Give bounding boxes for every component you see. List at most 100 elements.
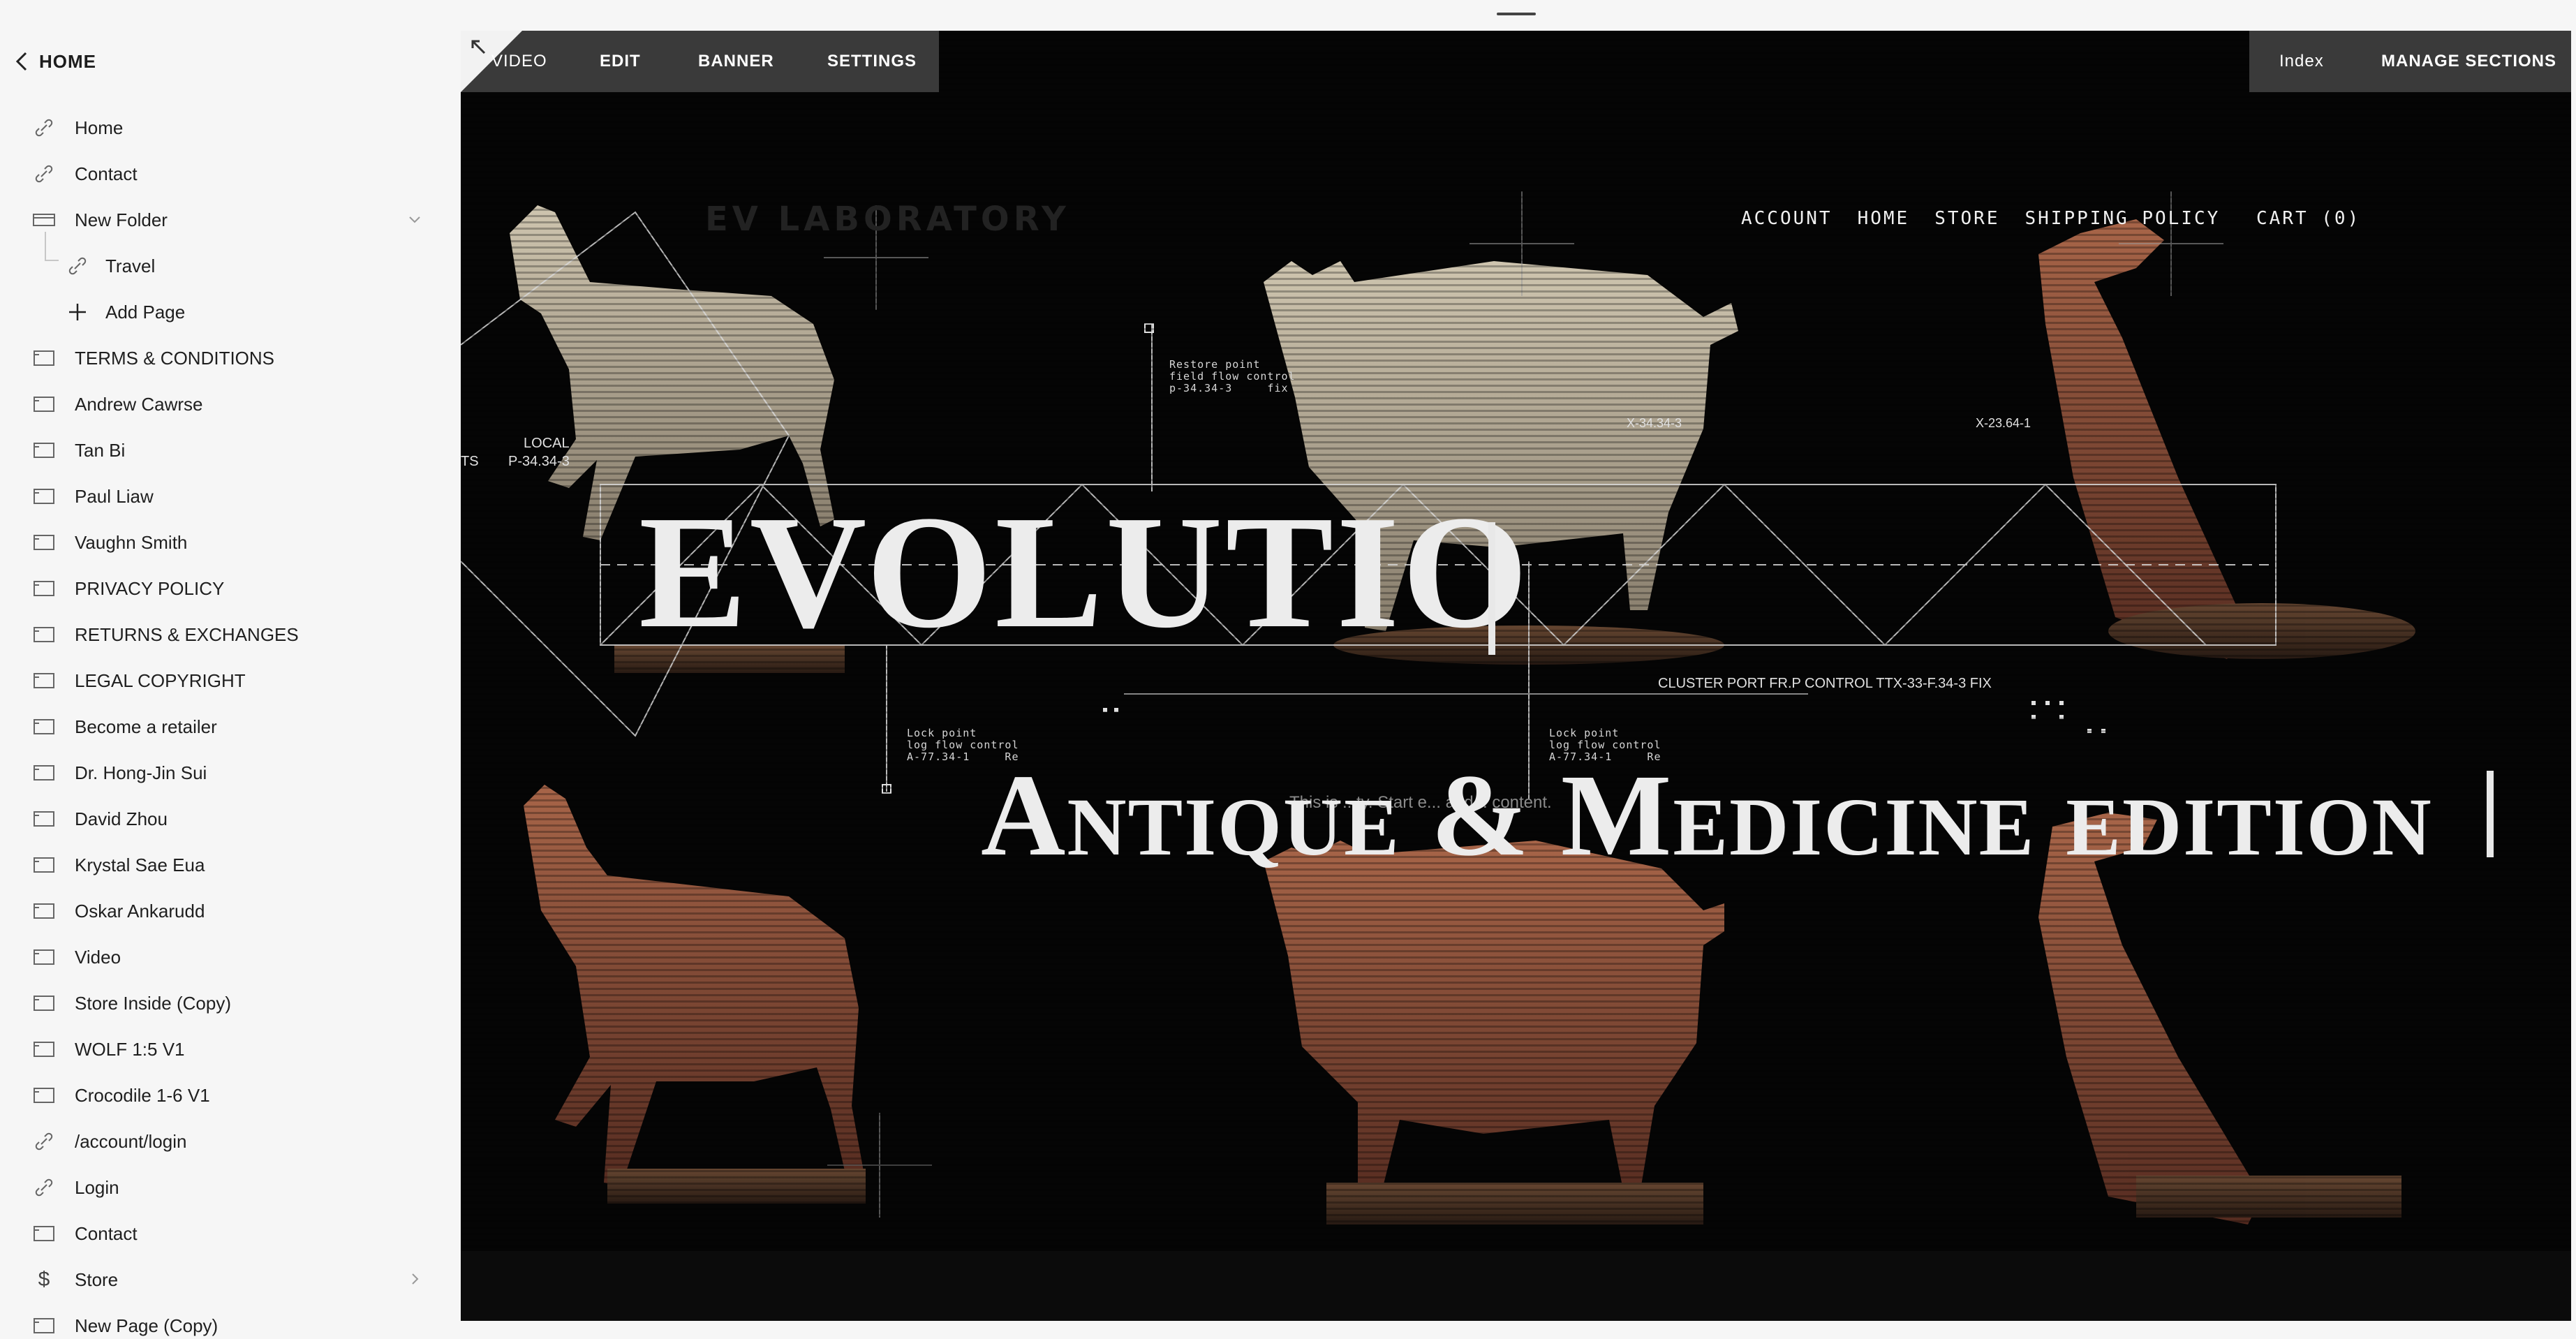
chevron-right-icon[interactable] xyxy=(406,1271,423,1287)
link-icon xyxy=(32,119,56,137)
sidebar-item-returns[interactable]: RETURNS & EXCHANGES xyxy=(0,612,461,658)
hud-restore-point: Restore point field flow control p-34.34… xyxy=(1169,358,1296,394)
chevron-down-icon[interactable] xyxy=(406,211,423,228)
sidebar-item-contact-page[interactable]: Contact xyxy=(0,1211,461,1257)
sidebar-item-wolf[interactable]: WOLF 1:5 V1 xyxy=(0,1026,461,1072)
sidebar-item-account-login[interactable]: /account/login xyxy=(0,1118,461,1164)
page-icon xyxy=(32,580,56,597)
page-icon xyxy=(32,672,56,689)
sidebar-item-become-retailer[interactable]: Become a retailer xyxy=(0,704,461,750)
sidebar-item-label: Tan Bi xyxy=(75,439,126,461)
nav-account[interactable]: ACCOUNT xyxy=(1741,208,1833,229)
page-icon xyxy=(32,1041,56,1058)
sidebar-item-tan-bi[interactable]: Tan Bi xyxy=(0,427,461,473)
sidebar-item-oskar-ankarudd[interactable]: Oskar Ankarudd xyxy=(0,888,461,934)
sidebar-item-hong-jin-sui[interactable]: Dr. Hong-Jin Sui xyxy=(0,750,461,796)
sidebar-item-new-page-copy[interactable]: New Page (Copy) xyxy=(0,1303,461,1339)
sidebar-item-krystal-sae-eua[interactable]: Krystal Sae Eua xyxy=(0,842,461,888)
sidebar-item-david-zhou[interactable]: David Zhou xyxy=(0,796,461,842)
link-icon xyxy=(66,257,89,275)
nav-store[interactable]: STORE xyxy=(1934,208,1999,229)
page-icon xyxy=(32,995,56,1012)
settings-button[interactable]: SETTINGS xyxy=(827,31,917,92)
banner-button[interactable]: BANNER xyxy=(698,31,774,92)
nav-home[interactable]: HOME xyxy=(1858,208,1910,229)
sidebar-item-label: New Folder xyxy=(75,209,168,230)
link-icon xyxy=(32,1178,56,1197)
hero-title[interactable]: EVOLUTIO xyxy=(639,491,1531,653)
back-label: HOME xyxy=(39,50,96,72)
sidebar-item-new-folder[interactable]: New Folder xyxy=(0,197,461,243)
folder-icon xyxy=(32,212,56,228)
text-cursor xyxy=(2487,771,2494,857)
page-icon xyxy=(32,1317,56,1334)
hud-ts-label: TS xyxy=(461,454,479,469)
back-to-home-button[interactable]: HOME xyxy=(14,46,96,77)
drag-handle[interactable] xyxy=(1497,13,1536,15)
nav-shipping-policy[interactable]: SHIPPING POLICY xyxy=(2024,208,2220,229)
sidebar-item-store[interactable]: $ Store xyxy=(0,1257,461,1303)
sidebar-item-label: Add Page xyxy=(105,301,186,323)
video-button[interactable]: VIDEO xyxy=(491,31,547,92)
page-preview[interactable]: LOCAL P-34.34-3 TS Restore point field f… xyxy=(461,31,2571,1321)
sidebar-item-label: Oskar Ankarudd xyxy=(75,900,205,922)
page-icon xyxy=(32,811,56,827)
sidebar-item-label: New Page (Copy) xyxy=(75,1315,219,1336)
sidebar-item-login[interactable]: Login xyxy=(0,1164,461,1211)
sidebar-item-label: RETURNS & EXCHANGES xyxy=(75,623,299,645)
sidebar-item-contact[interactable]: Contact xyxy=(0,151,461,197)
hud-x-label-2: X-23.64-1 xyxy=(1976,416,2031,430)
sidebar-item-label: Login xyxy=(75,1176,119,1198)
sidebar-item-vaughn-smith[interactable]: Vaughn Smith xyxy=(0,519,461,565)
sidebar-item-label: Store Inside (Copy) xyxy=(75,992,231,1014)
page-icon xyxy=(32,857,56,873)
hero-subtitle[interactable]: Antique & Medicine edition xyxy=(981,757,2433,874)
sidebar-item-label: Vaughn Smith xyxy=(75,531,188,553)
sidebar-item-andrew-cawrse[interactable]: Andrew Cawrse xyxy=(0,381,461,427)
page-icon xyxy=(32,949,56,966)
sidebar-item-label: Krystal Sae Eua xyxy=(75,854,205,875)
page-icon xyxy=(32,1087,56,1104)
hud-x-label-1: X-34.34-3 xyxy=(1627,416,1682,430)
sidebar-item-label: Become a retailer xyxy=(75,716,217,737)
sidebar-item-terms[interactable]: TERMS & CONDITIONS xyxy=(0,335,461,381)
sidebar-item-label: Crocodile 1-6 V1 xyxy=(75,1084,210,1106)
hud-local-code: P-34.34-3 xyxy=(508,454,570,469)
sidebar-item-privacy-policy[interactable]: PRIVACY POLICY xyxy=(0,565,461,612)
dollar-icon: $ xyxy=(38,1268,50,1291)
section-toolbar: VIDEO EDIT BANNER SETTINGS xyxy=(461,31,939,92)
page-icon xyxy=(32,903,56,919)
sidebar-item-label: David Zhou xyxy=(75,808,168,829)
sidebar-item-store-inside-copy[interactable]: Store Inside (Copy) xyxy=(0,980,461,1026)
sidebar-item-paul-liaw[interactable]: Paul Liaw xyxy=(0,473,461,519)
index-button[interactable]: Index xyxy=(2279,31,2324,92)
page-icon xyxy=(32,626,56,643)
sidebar-item-crocodile[interactable]: Crocodile 1-6 V1 xyxy=(0,1072,461,1118)
sidebar-item-label: Paul Liaw xyxy=(75,485,154,507)
sidebar-item-home[interactable]: Home xyxy=(0,105,461,151)
section-toolbar-right: Index MANAGE SECTIONS xyxy=(2249,31,2571,92)
text-cursor xyxy=(1488,522,1495,655)
page-list: Home Contact New Folder Travel Add Page … xyxy=(0,105,461,1339)
plus-icon xyxy=(66,304,89,320)
edit-button[interactable]: EDIT xyxy=(600,31,641,92)
sidebar-item-label: Dr. Hong-Jin Sui xyxy=(75,762,207,783)
page-icon xyxy=(32,488,56,505)
preview-bottom-strip xyxy=(461,1251,2571,1321)
site-logo[interactable]: EV LABORATORY xyxy=(705,200,1070,239)
sidebar-item-legal-copyright[interactable]: LEGAL COPYRIGHT xyxy=(0,658,461,704)
sidebar-item-label: Home xyxy=(75,117,124,138)
add-page-button[interactable]: Add Page xyxy=(0,289,461,335)
page-icon xyxy=(32,764,56,781)
pages-sidebar: HOME Home Contact New Folder Travel Add … xyxy=(0,0,461,1339)
manage-sections-button[interactable]: MANAGE SECTIONS xyxy=(2381,31,2556,92)
link-icon xyxy=(32,165,56,183)
sidebar-item-video[interactable]: Video xyxy=(0,934,461,980)
sidebar-item-travel[interactable]: Travel xyxy=(0,232,461,289)
tree-connector xyxy=(45,232,59,261)
hud-local-label: LOCAL xyxy=(524,436,570,451)
cart-link[interactable]: CART (0) xyxy=(2256,208,2360,229)
collapse-arrow-icon[interactable] xyxy=(469,38,487,56)
site-navigation: ACCOUNT HOME STORE SHIPPING POLICY xyxy=(1741,208,2220,229)
hud-cluster-label: CLUSTER PORT FR.P CONTROL TTX-33-F.34-3 … xyxy=(1658,676,1992,691)
